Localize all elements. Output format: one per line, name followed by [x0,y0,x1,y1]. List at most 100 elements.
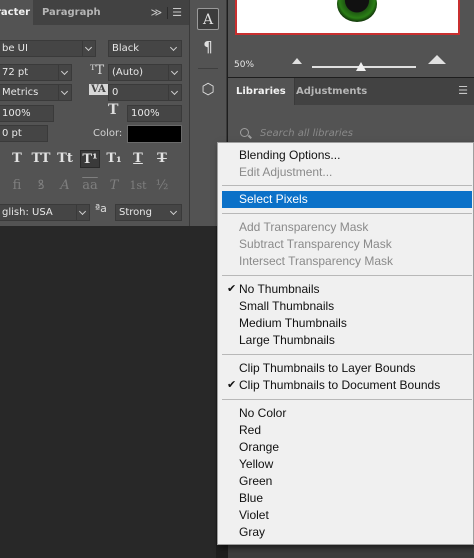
menu-item-color-gray[interactable]: Gray [222,524,472,541]
zoom-out-icon[interactable] [292,58,302,64]
menu-item-label: Select Pixels [239,192,308,206]
font-family-value: be UI [2,43,28,54]
libraries-tabbar: Libraries Adjustments ☰ [228,78,474,105]
fractions-button[interactable]: ½ [152,177,172,195]
titling-alternates-button[interactable]: T [104,177,124,195]
antialias-select[interactable]: Strong [115,204,182,221]
menu-item-label: No Color [239,406,287,420]
menu-item-blending-options[interactable]: Blending Options... [222,147,472,164]
tab-character[interactable]: racter [0,0,33,25]
menu-item-label: Subtract Transparency Mask [239,237,392,251]
ordinals-button[interactable]: 1st [128,177,148,195]
3d-cube-icon[interactable]: ⬡ [197,78,219,100]
character-panel-icon[interactable]: A [197,8,219,30]
superscript-button[interactable]: T¹ [80,150,100,168]
menu-item-label: Small Thumbnails [239,299,335,313]
all-caps-button[interactable]: TT [31,150,51,168]
faux-bold-button[interactable]: T [7,150,27,168]
divider [198,68,218,69]
menu-item-color-none[interactable]: No Color [222,405,472,422]
hamburger-menu-icon[interactable]: ☰ [172,6,183,19]
kerning-field[interactable]: Metrics [0,84,72,101]
canvas-area [0,226,216,558]
menu-separator [222,399,472,400]
leading-value: (Auto) [112,67,144,78]
leading-field[interactable]: (Auto) [108,64,182,81]
color-swatch[interactable] [127,125,182,143]
library-search-input[interactable]: Search all libraries [260,128,353,139]
collapse-panels-icon[interactable]: ≫ [151,6,164,19]
menu-separator [222,354,472,355]
old-style-button[interactable]: ꝸ [31,177,51,195]
checkmark-icon: ✔ [227,379,237,391]
character-panel: racter Paragraph ≫☰ be UI Black ᵀT 72 pt… [0,0,189,226]
zoom-level[interactable]: 50% [234,60,254,70]
antialias-value: Strong [119,207,152,218]
swash-button[interactable]: A [55,177,75,195]
ligatures-button[interactable]: fi [7,177,27,195]
underline-button[interactable]: T [128,150,148,168]
navigator-thumbnail[interactable] [235,0,460,35]
menu-item-color-yellow[interactable]: Yellow [222,456,472,473]
vertical-scale-field[interactable]: 100% [0,105,54,122]
tracking-icon: VA [89,84,108,95]
tab-paragraph[interactable]: Paragraph [42,0,101,25]
menu-item-color-violet[interactable]: Violet [222,507,472,524]
color-label: Color: [93,128,123,139]
chevron-down-icon[interactable] [168,85,181,100]
tab-libraries[interactable]: Libraries [228,78,295,105]
antialias-icon: ªa [95,202,107,215]
horizontal-scale-field[interactable]: 100% [127,105,182,122]
chevron-down-icon[interactable] [76,205,89,220]
horizontal-scale-value: 100% [131,108,160,119]
chevron-down-icon[interactable] [58,65,71,80]
zoom-slider-handle[interactable] [356,62,366,71]
strikethrough-button[interactable]: T [152,150,172,168]
menu-item-intersect-transparency-mask: Intersect Transparency Mask [222,253,472,270]
menu-item-add-transparency-mask: Add Transparency Mask [222,219,472,236]
chevron-down-icon[interactable] [168,65,181,80]
menu-item-large-thumbnails[interactable]: Large Thumbnails [222,332,472,349]
menu-item-color-blue[interactable]: Blue [222,490,472,507]
menu-item-label: Green [239,474,273,488]
chevron-down-icon[interactable] [58,85,71,100]
menu-item-no-thumbnails[interactable]: ✔ No Thumbnails [222,281,472,298]
vertical-scale-value: 100% [2,108,31,119]
language-select[interactable]: glish: USA [0,204,90,221]
menu-item-subtract-transparency-mask: Subtract Transparency Mask [222,236,472,253]
menu-item-medium-thumbnails[interactable]: Medium Thumbnails [222,315,472,332]
hamburger-menu-icon[interactable]: ☰ [458,84,468,97]
chevron-down-icon[interactable] [82,41,95,56]
zoom-in-icon[interactable] [428,55,446,64]
language-value: glish: USA [2,207,53,218]
menu-item-label: Blue [239,491,264,505]
menu-item-label: Red [239,423,262,437]
tab-adjustments[interactable]: Adjustments [288,78,375,105]
baseline-shift-value: 0 pt [2,128,22,139]
menu-item-color-green[interactable]: Green [222,473,472,490]
font-size-field[interactable]: 72 pt [0,64,72,81]
menu-item-color-red[interactable]: Red [222,422,472,439]
menu-item-select-pixels[interactable]: Select Pixels [222,191,472,208]
baseline-shift-field[interactable]: 0 pt [0,125,48,142]
menu-item-small-thumbnails[interactable]: Small Thumbnails [222,298,472,315]
menu-item-label: Large Thumbnails [239,333,335,347]
tracking-field[interactable]: 0 [108,84,182,101]
small-caps-button[interactable]: Tt [55,150,75,168]
thumbnail-image [337,0,377,22]
paragraph-panel-icon[interactable]: ¶ [197,36,219,58]
subscript-button[interactable]: T₁ [104,150,124,168]
menu-item-label: No Thumbnails [239,282,320,296]
menu-item-clip-document-bounds[interactable]: ✔ Clip Thumbnails to Document Bounds [222,377,472,394]
menu-separator [222,275,472,276]
menu-item-label: Intersect Transparency Mask [239,254,394,268]
tracking-value: 0 [112,87,119,98]
font-family-select[interactable]: be UI [0,40,96,57]
menu-item-edit-adjustment: Edit Adjustment... [222,164,472,181]
font-style-select[interactable]: Black [108,40,182,57]
menu-item-color-orange[interactable]: Orange [222,439,472,456]
stylistic-alternates-button[interactable]: aa [80,177,100,195]
menu-item-clip-layer-bounds[interactable]: Clip Thumbnails to Layer Bounds [222,360,472,377]
menu-item-label: Orange [239,440,280,454]
menu-item-label: Edit Adjustment... [239,165,333,179]
